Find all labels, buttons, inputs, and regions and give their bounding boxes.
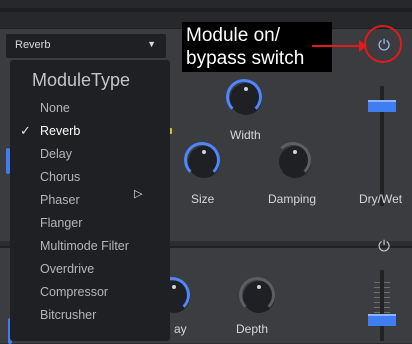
- drywet-label: Dry/Wet: [359, 192, 403, 206]
- depth-label: Depth: [236, 322, 269, 336]
- size-label: Size: [191, 192, 215, 206]
- top-strip-bar: [0, 8, 412, 12]
- chevron-down-icon: ▼: [147, 39, 156, 49]
- menu-item-multimode-filter[interactable]: Multimode Filter: [10, 236, 170, 258]
- menu-title: ModuleType: [32, 70, 131, 90]
- module-2-power-button[interactable]: ⏻: [371, 234, 397, 260]
- width-label: Width: [230, 128, 261, 142]
- menu-item-overdrive[interactable]: Overdrive: [10, 259, 170, 281]
- module-2-slider-track[interactable]: [380, 270, 384, 341]
- module-type-menu: ModuleType None ✓ Reverb ▷ Delay Chorus …: [10, 60, 170, 341]
- callout-text-line-1: Module on/: [186, 25, 281, 46]
- delay-label-partial: ay: [174, 322, 187, 336]
- module-type-dropdown[interactable]: Reverb ▼: [6, 34, 166, 58]
- callout-label: Module on/ bypass switch: [182, 22, 332, 72]
- drywet-slider-handle[interactable]: [368, 100, 396, 112]
- menu-item-phaser[interactable]: Phaser: [10, 190, 170, 212]
- damping-label: Damping: [268, 192, 317, 206]
- menu-item-compressor[interactable]: Compressor: [10, 282, 170, 304]
- callout-text-line-2: bypass switch: [186, 48, 305, 69]
- menu-item-delay[interactable]: Delay: [10, 144, 170, 166]
- size-knob[interactable]: [184, 142, 220, 178]
- power-icon: ⏻: [378, 238, 390, 255]
- menu-item-chorus[interactable]: Chorus: [10, 167, 170, 189]
- menu-item-none[interactable]: None: [10, 98, 170, 120]
- menu-item-reverb[interactable]: ✓ Reverb ▷: [10, 121, 170, 200]
- depth-knob[interactable]: [239, 277, 275, 313]
- width-knob[interactable]: [226, 79, 262, 115]
- menu-item-flanger[interactable]: Flanger: [10, 213, 170, 235]
- module-2-slider-handle[interactable]: [368, 314, 396, 326]
- module-type-value: Reverb: [15, 39, 51, 51]
- menu-item-bitcrusher[interactable]: Bitcrusher: [10, 305, 170, 327]
- callout-circle: [364, 25, 402, 63]
- callout-arrow: [312, 40, 367, 52]
- check-icon: ✓: [20, 123, 31, 138]
- damping-knob[interactable]: [275, 142, 311, 178]
